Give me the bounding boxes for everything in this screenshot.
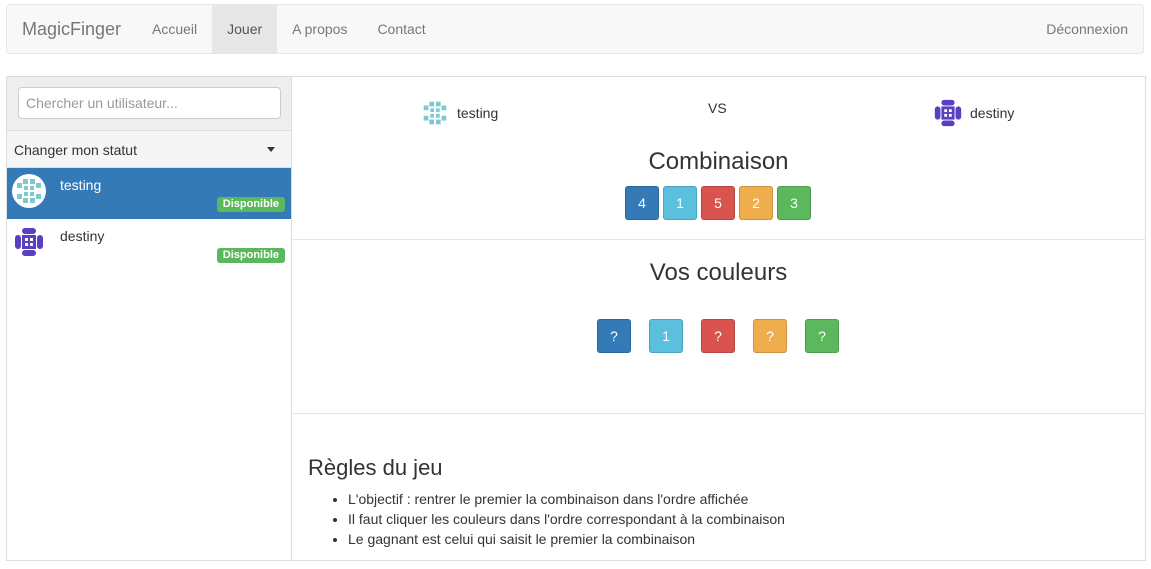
colors-title: Vos couleurs [649, 259, 788, 286]
identicon-avatar-icon [15, 228, 43, 256]
search-panel [7, 77, 291, 131]
rule-item: Il faut cliquer les couleurs dans l'ordr… [348, 509, 785, 529]
main-container: Changer mon statut testing Disponible [6, 76, 1146, 561]
player-two: destiny [932, 97, 1014, 129]
rule-item: L'objectif : rentrer le premier la combi… [348, 489, 785, 509]
colors-row: ? 1 ? ? ? [597, 319, 857, 353]
divider [292, 413, 1145, 414]
identicon-avatar-icon [12, 174, 46, 208]
divider [292, 239, 1145, 240]
user-name: destiny [60, 228, 105, 244]
search-input[interactable] [18, 87, 281, 119]
nav-item-contact[interactable]: Contact [362, 5, 440, 53]
vs-label: VS [708, 100, 727, 116]
combination-cell: 4 [625, 186, 659, 220]
game-panel: testing VS destiny Combinaison 4 1 5 2 3… [292, 77, 1145, 560]
status-dropdown[interactable]: Changer mon statut [7, 131, 291, 168]
status-badge: Disponible [216, 248, 285, 263]
player-one-name: testing [457, 105, 499, 121]
combination-cell: 1 [663, 186, 697, 220]
navbar: MagicFinger Accueil Jouer A propos Conta… [6, 4, 1144, 54]
nav-item-accueil[interactable]: Accueil [137, 5, 212, 53]
identicon-avatar-icon [423, 101, 447, 125]
color-button-red[interactable]: ? [701, 319, 735, 353]
combination-cell: 3 [777, 186, 811, 220]
caret-down-icon [267, 147, 275, 152]
status-badge: Disponible [216, 197, 285, 212]
identicon-avatar-icon [934, 99, 962, 127]
user-item-destiny[interactable]: destiny Disponible [7, 219, 291, 270]
rules-title: Règles du jeu [308, 455, 443, 480]
user-item-testing[interactable]: testing Disponible [7, 168, 291, 219]
main-nav: Accueil Jouer A propos Contact [137, 5, 441, 53]
color-button-orange[interactable]: ? [753, 319, 787, 353]
player-two-name: destiny [970, 105, 1015, 121]
user-sidebar: Changer mon statut testing Disponible [7, 77, 292, 560]
nav-item-jouer[interactable]: Jouer [212, 5, 278, 53]
color-button-blue[interactable]: ? [597, 319, 631, 353]
combination-title: Combinaison [648, 148, 789, 175]
nav-item-a-propos[interactable]: A propos [277, 5, 362, 53]
combination-row: 4 1 5 2 3 [625, 186, 815, 220]
status-dropdown-label: Changer mon statut [14, 142, 137, 158]
player-one: testing [419, 97, 498, 129]
brand-logo[interactable]: MagicFinger [22, 5, 121, 53]
combination-cell: 2 [739, 186, 773, 220]
color-button-cyan[interactable]: 1 [649, 319, 683, 353]
user-name: testing [60, 177, 102, 193]
combination-cell: 5 [701, 186, 735, 220]
versus-header: testing VS destiny [292, 77, 1145, 137]
logout-link[interactable]: Déconnexion [1046, 5, 1128, 53]
rule-item: Le gagnant est celui qui saisit le premi… [348, 529, 785, 549]
rules-list: L'objectif : rentrer le premier la combi… [308, 489, 785, 549]
color-button-green[interactable]: ? [805, 319, 839, 353]
